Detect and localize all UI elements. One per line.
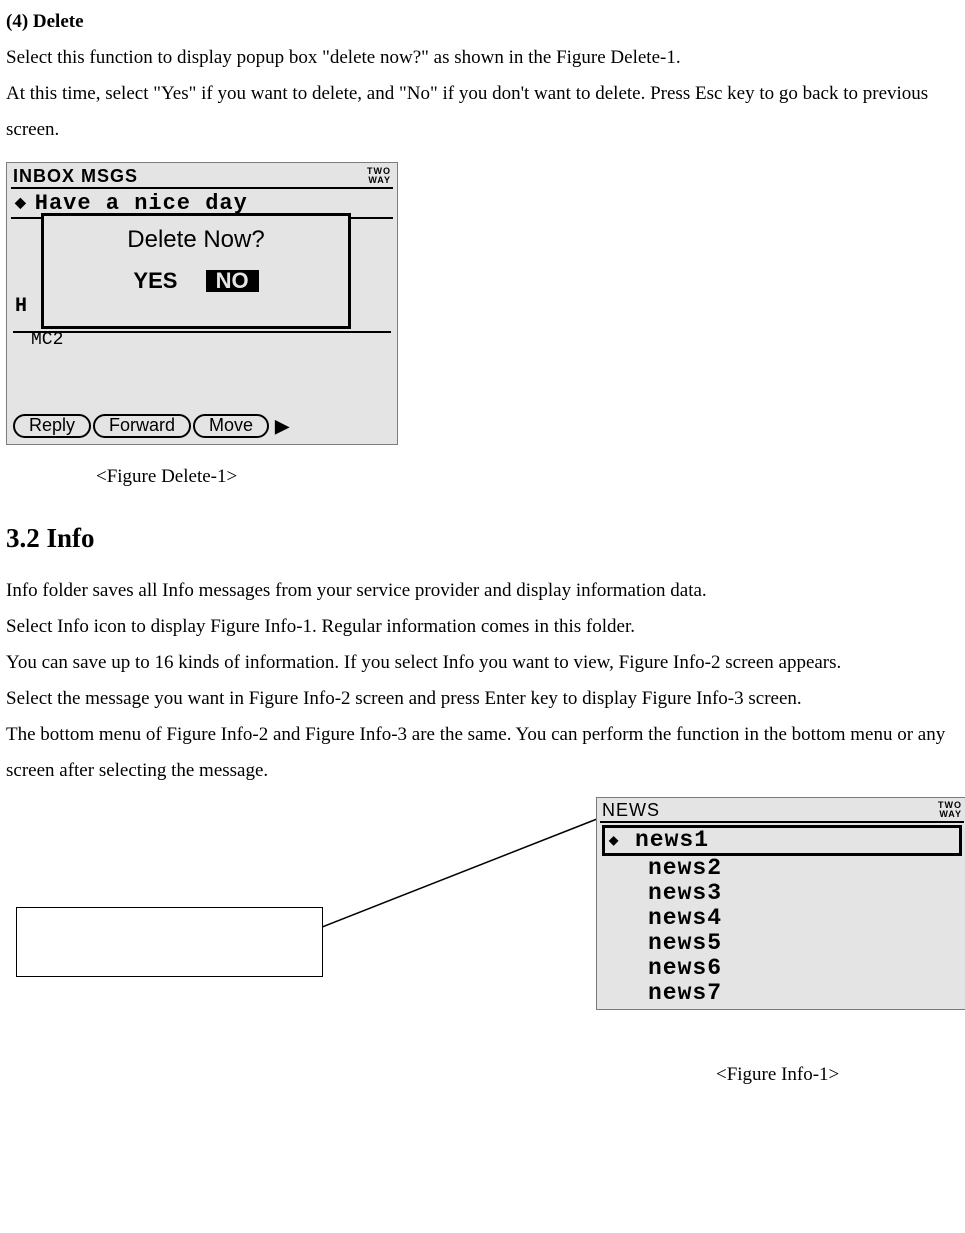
section-3-2-para-3: You can save up to 16 kinds of informati… (6, 645, 959, 681)
news-item-label: news7 (648, 982, 722, 1005)
softkey-reply[interactable]: Reply (13, 414, 91, 438)
news-item-label: news5 (648, 932, 722, 955)
news-item-7[interactable]: news7 (600, 981, 964, 1006)
section-4-para-1: Select this function to display popup bo… (6, 40, 959, 76)
news-item-6[interactable]: news6 (600, 956, 964, 981)
section-3-2-para-2: Select Info icon to display Figure Info-… (6, 609, 959, 645)
news-item-1[interactable]: ◆ news1 (602, 825, 962, 856)
section-3-2-para-5: The bottom menu of Figure Info-2 and Fig… (6, 717, 959, 789)
partial-text-h: H (15, 297, 27, 317)
news-item-5[interactable]: news5 (600, 931, 964, 956)
news-item-label: news3 (648, 882, 722, 905)
two-way-indicator: TWOWAY (367, 167, 391, 185)
news-item-2[interactable]: news2 (600, 856, 964, 881)
yes-button[interactable]: YES (133, 268, 177, 293)
figure-delete-screenshot: INBOX MSGS TWOWAY ◆ Have a nice day H MC… (6, 162, 398, 445)
section-3-2-para-4: Select the message you want in Figure In… (6, 681, 959, 717)
two-way-indicator: TWOWAY (938, 801, 962, 819)
message-subject: Have a nice day (35, 193, 248, 215)
popup-question: Delete Now? (44, 228, 348, 252)
right-arrow-icon[interactable]: ▶ (275, 417, 289, 435)
delete-confirm-popup: Delete Now? YES NO (41, 213, 351, 329)
screen-title: INBOX MSGS (13, 167, 138, 185)
news-item-label: news2 (648, 857, 722, 880)
section-3-2-para-1: Info folder saves all Info messages from… (6, 573, 959, 609)
section-4-title: (4) Delete (6, 4, 959, 40)
mc2-text: MC2 (31, 331, 63, 349)
news-item-4[interactable]: news4 (600, 906, 964, 931)
placeholder-rect (16, 907, 323, 977)
figure-info-caption: <Figure Info-1> (716, 1057, 959, 1093)
news-item-label: news6 (648, 957, 722, 980)
section-4-para-2: At this time, select "Yes" if you want t… (6, 76, 959, 148)
news-screen-title: NEWS (602, 801, 660, 819)
softkey-move[interactable]: Move (193, 414, 269, 438)
figure-info-screenshot: NEWS TWOWAY ◆ news1 news2 news3 news4 ne… (596, 797, 965, 1010)
news-item-3[interactable]: news3 (600, 881, 964, 906)
softkey-forward[interactable]: Forward (93, 414, 191, 438)
diamond-icon: ◆ (15, 197, 27, 211)
connector-line (322, 807, 602, 947)
no-button[interactable]: NO (206, 270, 259, 292)
section-3-2-title: 3.2 Info (6, 513, 959, 564)
figure-delete-caption: <Figure Delete-1> (96, 459, 959, 495)
diamond-icon: ◆ (609, 835, 625, 847)
news-item-label: news4 (648, 907, 722, 930)
news-item-label: news1 (635, 829, 709, 852)
